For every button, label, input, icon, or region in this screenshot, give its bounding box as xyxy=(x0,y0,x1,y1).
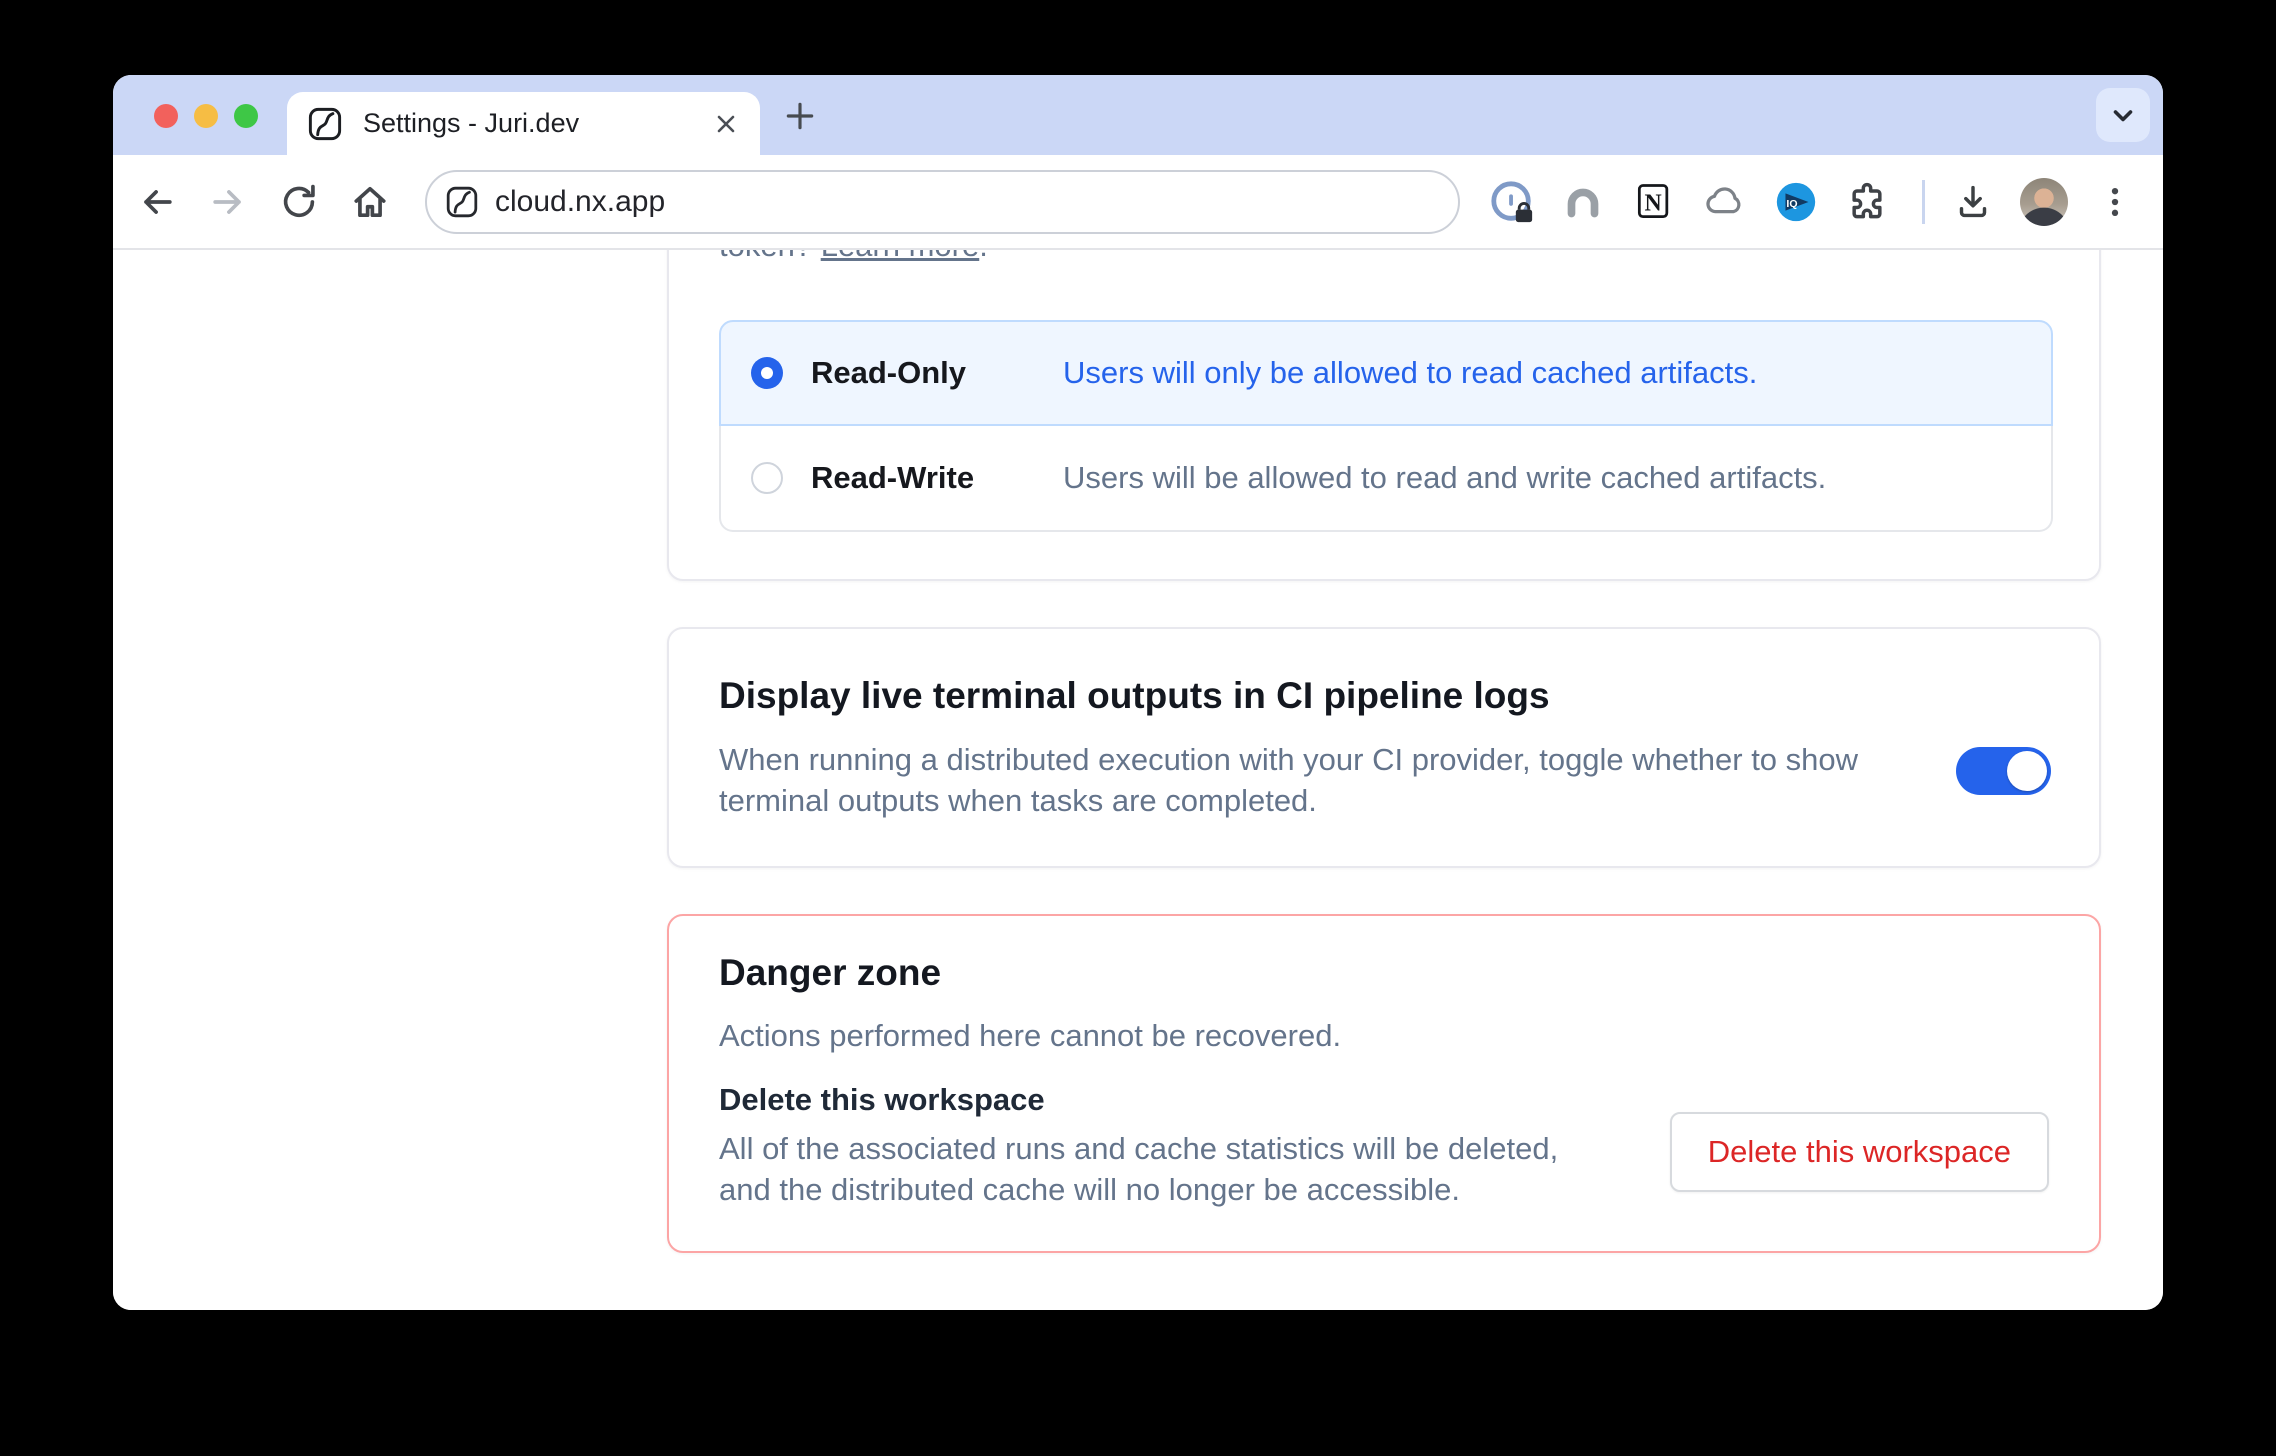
option-read-only[interactable]: Read-Only Users will only be allowed to … xyxy=(719,320,2053,426)
tab-search-chevron-button[interactable] xyxy=(2096,88,2150,142)
toolbar-separator xyxy=(1922,180,1925,224)
extensions-area: N IQ xyxy=(1488,178,2139,226)
option-label: Read-Write xyxy=(811,460,1063,496)
radio-unselected-icon[interactable] xyxy=(751,462,783,494)
reload-icon[interactable] xyxy=(271,174,327,230)
browser-tab[interactable]: Settings - Juri.dev xyxy=(287,92,760,155)
learn-more-link[interactable]: Learn more xyxy=(821,250,980,263)
browser-window: Settings - Juri.dev xyxy=(113,75,2163,1310)
tab-strip: Settings - Juri.dev xyxy=(113,75,2163,155)
danger-zone-card: Danger zone Actions performed here canno… xyxy=(667,914,2101,1253)
cloud-icon[interactable] xyxy=(1701,178,1749,226)
close-window-button[interactable] xyxy=(154,104,178,128)
delete-workspace-title: Delete this workspace xyxy=(719,1082,1045,1118)
browser-menu-icon[interactable] xyxy=(2091,178,2139,226)
minimize-window-button[interactable] xyxy=(194,104,218,128)
card-description: When running a distributed execution wit… xyxy=(719,739,1929,821)
onepassword-icon[interactable] xyxy=(1488,178,1536,226)
browser-toolbar: cloud.nx.app xyxy=(113,155,2163,250)
option-read-write[interactable]: Read-Write Users will be allowed to read… xyxy=(719,426,2053,532)
forward-icon[interactable] xyxy=(200,174,256,230)
iq-player-icon[interactable]: IQ xyxy=(1772,178,1820,226)
site-favicon-nx-icon[interactable] xyxy=(445,185,479,219)
toggle-knob xyxy=(2007,751,2047,791)
url-text[interactable]: cloud.nx.app xyxy=(495,185,665,219)
extensions-puzzle-icon[interactable] xyxy=(1843,178,1891,226)
danger-zone-subtitle: Actions performed here cannot be recover… xyxy=(719,1018,1341,1054)
zoom-window-button[interactable] xyxy=(234,104,258,128)
chevron-down-icon xyxy=(2105,97,2141,133)
svg-text:IQ: IQ xyxy=(1786,197,1797,209)
card-title: Display live terminal outputs in CI pipe… xyxy=(719,675,1550,717)
access-token-card: token? Learn more. Read-Only Users will … xyxy=(667,250,2101,581)
danger-zone-title: Danger zone xyxy=(719,952,941,994)
delete-workspace-button[interactable]: Delete this workspace xyxy=(1670,1112,2049,1192)
arc-browser-icon[interactable] xyxy=(1559,178,1607,226)
tab-title: Settings - Juri.dev xyxy=(363,108,712,139)
access-scope-options: Read-Only Users will only be allowed to … xyxy=(719,320,2053,532)
tab-close-icon[interactable] xyxy=(712,110,740,138)
option-label: Read-Only xyxy=(811,355,1063,391)
desktop-background: { "browser": { "tab": { "title": "Settin… xyxy=(0,0,2276,1456)
profile-avatar[interactable] xyxy=(2020,178,2068,226)
back-icon[interactable] xyxy=(129,174,185,230)
notion-icon[interactable]: N xyxy=(1630,178,1678,226)
option-description: Users will be allowed to read and write … xyxy=(1063,460,1826,496)
download-icon[interactable] xyxy=(1949,178,1997,226)
token-help-line: token? Learn more. xyxy=(719,250,988,264)
new-tab-button[interactable] xyxy=(777,93,823,139)
page-content: token? Learn more. Read-Only Users will … xyxy=(113,250,2163,1310)
token-help-suffix: . xyxy=(979,250,988,263)
delete-workspace-description: All of the associated runs and cache sta… xyxy=(719,1128,1599,1210)
terminal-outputs-card: Display live terminal outputs in CI pipe… xyxy=(667,627,2101,868)
terminal-outputs-toggle[interactable] xyxy=(1956,747,2051,795)
address-bar[interactable]: cloud.nx.app xyxy=(425,170,1460,234)
svg-text:N: N xyxy=(1644,190,1661,216)
nx-cloud-favicon xyxy=(307,106,343,142)
home-icon[interactable] xyxy=(342,174,398,230)
radio-selected-icon[interactable] xyxy=(751,357,783,389)
traffic-lights xyxy=(154,104,258,128)
token-help-prefix: token? xyxy=(719,250,821,263)
option-description: Users will only be allowed to read cache… xyxy=(1063,355,1757,391)
